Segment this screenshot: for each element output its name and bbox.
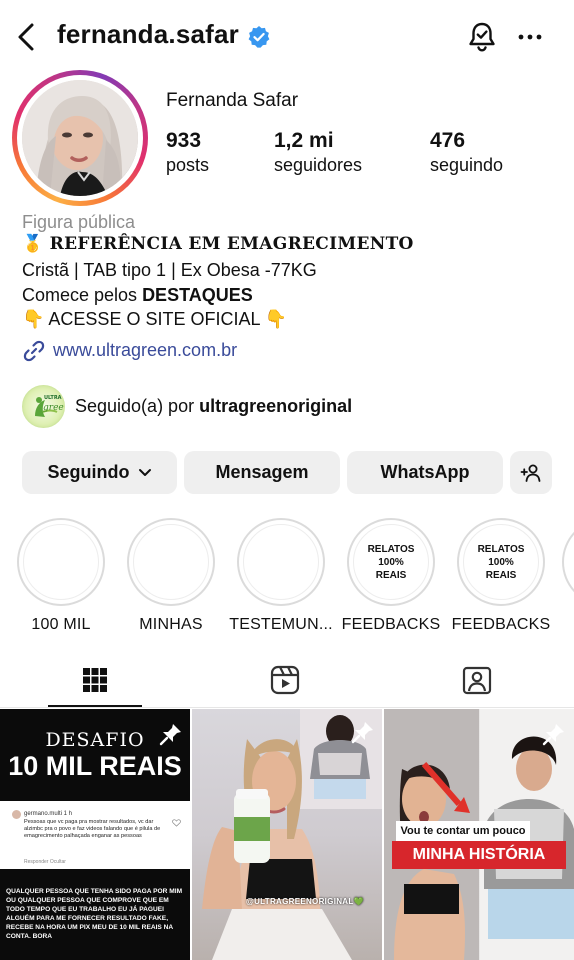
svg-text:green: green — [43, 403, 65, 413]
active-tab-indicator — [48, 705, 142, 707]
following-count[interactable]: 476 seguindo — [430, 128, 503, 177]
profile-category: Figura pública — [22, 212, 136, 232]
verified-badge-icon — [248, 26, 270, 48]
highlight[interactable]: 100 MIL — [6, 518, 116, 634]
story-tag: Vou te contar um pouco da — [396, 821, 530, 857]
follower-avatar: ULTRA green — [22, 385, 65, 428]
more-icon[interactable] — [514, 24, 546, 50]
post-thumbnail[interactable]: @ULTRAGREENORIGINAL💚 — [192, 709, 382, 960]
post-caption: QUALQUER PESSOA QUE TENHA SIDO PAGA POR … — [6, 888, 183, 940]
post-thumbnail[interactable]: DESAFIO 10 MIL REAIS germano.multi 1 h P… — [0, 709, 190, 960]
whatsapp-button-label: WhatsApp — [380, 462, 470, 482]
chevron-down-icon — [138, 468, 151, 476]
ultragreen-logo-icon: ULTRA green — [35, 395, 65, 417]
highlight-cover-text — [133, 524, 209, 600]
bio-text: Comece pelos — [22, 285, 143, 305]
followers-count[interactable]: 1,2 mi seguidores — [274, 128, 362, 177]
back-icon[interactable] — [14, 20, 40, 54]
highlight-cover-text — [243, 524, 319, 600]
pin-icon — [159, 724, 181, 746]
heart-icon — [172, 819, 181, 827]
message-button[interactable]: Mensagem — [184, 451, 340, 494]
highlight[interactable]: MINHAS — [116, 518, 226, 634]
bio-line: 👇 ACESSE O SITE OFICIAL 👇 — [22, 309, 288, 329]
grid-icon[interactable] — [79, 664, 111, 696]
post-photo — [202, 709, 382, 960]
message-button-label: Mensagem — [215, 462, 309, 482]
bio-line: 🥇 𝐑𝐄𝐅𝐄𝐑Ê𝐍𝐂𝐈𝐀 𝐄𝐌 𝐄𝐌𝐀𝐆𝐑𝐄𝐂𝐈𝐌𝐄𝐍𝐓𝐎 — [22, 234, 414, 254]
followed-by-prefix: Seguido(a) por — [75, 396, 200, 416]
profile-username: fernanda.safar — [57, 19, 239, 49]
followed-by-username: ultragreenoriginal — [199, 396, 353, 416]
add-person-icon — [520, 464, 541, 482]
comment-screenshot: germano.multi 1 h Pessoas que vc paga pr… — [0, 801, 190, 869]
pin-icon — [351, 722, 373, 744]
reels-icon[interactable] — [269, 664, 301, 696]
highlight-partial[interactable] — [562, 518, 574, 608]
highlight-cover: RELATOS 100% REAIS — [347, 518, 435, 606]
bio-line: Comece pelos DESTAQUES — [22, 285, 253, 306]
highlight-cover: RELATOS 100% REAIS — [457, 518, 545, 606]
following-button[interactable]: Seguindo — [22, 451, 177, 494]
post-thumbnail[interactable]: Vou te contar um pouco da MINHA HISTÓRIA — [384, 709, 574, 960]
profile-full-name: Fernanda Safar — [166, 90, 299, 111]
highlight-cover — [17, 518, 105, 606]
highlight-label: MINHAS — [139, 616, 203, 633]
highlight[interactable]: RELATOS 100% REAIS FEEDBACKS — [446, 518, 556, 634]
whatsapp-button[interactable]: WhatsApp — [347, 451, 503, 494]
highlight-label: FEEDBACKS — [451, 616, 551, 633]
link-icon — [23, 340, 45, 362]
comment-user: germano.multi 1 h — [24, 811, 73, 817]
notification-bell-icon[interactable] — [465, 20, 499, 54]
followed-by-row[interactable]: ULTRA green Seguido(a) por ultragreenori… — [22, 385, 542, 429]
highlight[interactable]: RELATOS 100% REAIS FEEDBACKS — [336, 518, 446, 634]
stat-number: 476 — [430, 129, 466, 152]
profile-avatar[interactable] — [12, 70, 148, 206]
comment-text: Pessoas que vc paga pra mostrar resultad… — [24, 819, 161, 839]
highlight-cover — [237, 518, 325, 606]
following-button-label: Seguindo — [47, 462, 130, 482]
profile-tabs — [0, 658, 574, 708]
top-bar: fernanda.safar — [0, 0, 574, 74]
post-title: 10 MIL REAIS — [8, 751, 182, 781]
stat-label: posts — [166, 155, 210, 175]
suggested-users-button[interactable] — [510, 451, 552, 494]
highlight-label: FEEDBACKS — [341, 616, 441, 633]
comment-avatar — [12, 810, 21, 819]
stat-number: 1,2 mi — [274, 129, 334, 152]
highlight-cover-text: RELATOS 100% REAIS — [463, 524, 539, 600]
svg-text:ULTRA: ULTRA — [44, 395, 62, 401]
stat-number: 933 — [166, 129, 202, 152]
link-text[interactable]: www.ultragreen.com.br — [53, 340, 237, 361]
highlight-cover-text — [23, 524, 99, 600]
tagged-icon[interactable] — [461, 664, 493, 696]
comment-meta: Responder Ocultar — [24, 859, 66, 865]
highlight-cover-text: RELATOS 100% REAIS — [353, 524, 429, 600]
stat-label: seguidores — [274, 155, 363, 175]
stat-label: seguindo — [430, 155, 504, 175]
pin-icon — [542, 724, 564, 746]
post-caption: @ULTRAGREENORIGINAL💚 — [246, 897, 364, 906]
highlight[interactable]: TESTEMUN... — [226, 518, 336, 634]
posts-grid: DESAFIO 10 MIL REAIS germano.multi 1 h P… — [0, 709, 574, 960]
posts-count[interactable]: 933 posts — [166, 128, 209, 177]
followed-by-text: Seguido(a) por ultragreenoriginal — [75, 396, 352, 417]
highlight-label: TESTEMUN... — [229, 616, 333, 633]
story-tag: MINHA HISTÓRIA — [392, 841, 566, 869]
highlight-cover — [127, 518, 215, 606]
avatar-photo — [22, 80, 138, 196]
highlight-label: 100 MIL — [31, 616, 91, 633]
bio-line: Cristã | TAB tipo 1 | Ex Obesa -77KG — [22, 260, 317, 280]
bio-bold-text: DESTAQUES — [142, 285, 253, 305]
